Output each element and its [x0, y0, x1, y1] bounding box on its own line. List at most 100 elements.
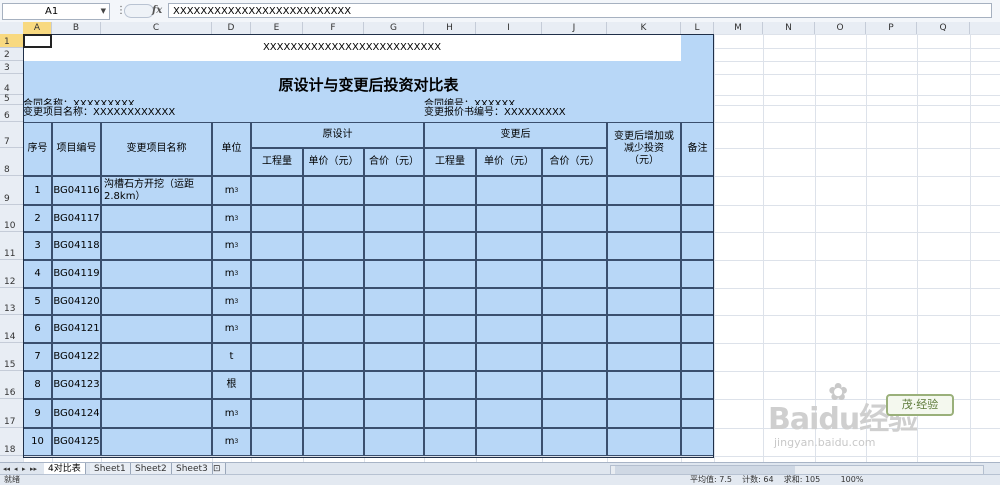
row-empty-cell[interactable]	[251, 205, 303, 232]
hdr-item-code[interactable]: 项目编号	[52, 122, 101, 176]
hdr-original[interactable]: 原设计	[251, 122, 424, 148]
change-report-no[interactable]: 变更报价书编号：XXXXXXXXX	[424, 105, 714, 122]
row-item-name[interactable]	[101, 260, 212, 288]
row-code[interactable]: BG04120	[52, 288, 101, 315]
row-empty-cell[interactable]	[476, 288, 542, 315]
row-empty-cell[interactable]	[251, 343, 303, 371]
row-item-name[interactable]	[101, 343, 212, 371]
row-empty-cell[interactable]	[251, 260, 303, 288]
column-header-h[interactable]: H	[424, 22, 476, 34]
row-unit[interactable]: t	[212, 343, 251, 371]
row-empty-cell[interactable]	[251, 399, 303, 428]
chevron-down-icon[interactable]: ▼	[101, 4, 106, 19]
row-empty-cell[interactable]	[476, 399, 542, 428]
row-empty-cell[interactable]	[542, 371, 607, 399]
row-empty-cell[interactable]	[364, 288, 424, 315]
column-header-p[interactable]: P	[866, 22, 917, 34]
row-empty-cell[interactable]	[607, 315, 681, 343]
row-header-11[interactable]: 11	[0, 232, 23, 260]
row-empty-cell[interactable]	[681, 260, 714, 288]
row-empty-cell[interactable]	[303, 315, 364, 343]
row-empty-cell[interactable]	[303, 205, 364, 232]
row-seq[interactable]: 8	[23, 371, 52, 399]
hdr-remark[interactable]: 备注	[681, 122, 714, 176]
row-header-14[interactable]: 14	[0, 315, 23, 343]
row-empty-cell[interactable]	[476, 428, 542, 456]
row-empty-cell[interactable]	[607, 371, 681, 399]
column-header-e[interactable]: E	[251, 22, 303, 34]
row-item-name[interactable]: 沟槽石方开挖（运距2.8km）	[101, 176, 212, 205]
column-header-o[interactable]: O	[815, 22, 866, 34]
row-empty-cell[interactable]	[364, 260, 424, 288]
row-unit[interactable]: m3	[212, 288, 251, 315]
hdr-seq[interactable]: 序号	[23, 122, 52, 176]
row-empty-cell[interactable]	[681, 371, 714, 399]
row-empty-cell[interactable]	[364, 371, 424, 399]
row-header-4[interactable]: 4	[0, 74, 23, 95]
horizontal-scroll-thumb[interactable]	[615, 466, 795, 474]
row-empty-cell[interactable]	[681, 232, 714, 260]
row-header-17[interactable]: 17	[0, 399, 23, 428]
row-empty-cell[interactable]	[364, 232, 424, 260]
column-header-b[interactable]: B	[52, 22, 101, 34]
row-empty-cell[interactable]	[303, 232, 364, 260]
column-header-f[interactable]: F	[303, 22, 364, 34]
row-empty-cell[interactable]	[681, 343, 714, 371]
row-empty-cell[interactable]	[681, 315, 714, 343]
row-empty-cell[interactable]	[424, 343, 476, 371]
column-header-m[interactable]: M	[714, 22, 763, 34]
row-empty-cell[interactable]	[424, 288, 476, 315]
row-empty-cell[interactable]	[303, 371, 364, 399]
row-item-name[interactable]	[101, 428, 212, 456]
row-item-name[interactable]	[101, 399, 212, 428]
row-empty-cell[interactable]	[476, 260, 542, 288]
row-empty-cell[interactable]	[424, 399, 476, 428]
row-header-3[interactable]: 3	[0, 61, 23, 74]
row-header-12[interactable]: 12	[0, 260, 23, 288]
column-header-i[interactable]: I	[476, 22, 542, 34]
row-unit[interactable]: 根	[212, 371, 251, 399]
row-seq[interactable]: 10	[23, 428, 52, 456]
contract-name[interactable]: 合同名称：XXXXXXXXX	[23, 95, 424, 105]
row-empty-cell[interactable]	[424, 260, 476, 288]
row-empty-cell[interactable]	[542, 176, 607, 205]
row-header-18[interactable]: 18	[0, 428, 23, 456]
row-header-10[interactable]: 10	[0, 205, 23, 232]
row-empty-cell[interactable]	[681, 288, 714, 315]
row-item-name[interactable]	[101, 205, 212, 232]
hdr-item-name[interactable]: 变更项目名称	[101, 122, 212, 176]
row-empty-cell[interactable]	[681, 428, 714, 456]
row-empty-cell[interactable]	[542, 343, 607, 371]
row-empty-cell[interactable]	[542, 288, 607, 315]
row-empty-cell[interactable]	[364, 205, 424, 232]
hdr-sub-qty-3[interactable]: 工程量	[424, 148, 476, 176]
row-empty-cell[interactable]	[251, 176, 303, 205]
row-code[interactable]: BG04122	[52, 343, 101, 371]
insert-function-icon[interactable]: fx	[152, 3, 162, 18]
hdr-sub-qty-0[interactable]: 工程量	[251, 148, 303, 176]
hdr-changed[interactable]: 变更后	[424, 122, 607, 148]
row-item-name[interactable]	[101, 288, 212, 315]
column-header-q[interactable]: Q	[917, 22, 970, 34]
row-header-5[interactable]: 5	[0, 94, 23, 105]
row-seq[interactable]: 3	[23, 232, 52, 260]
row-empty-cell[interactable]	[542, 428, 607, 456]
row-header-13[interactable]: 13	[0, 288, 23, 315]
row-empty-cell[interactable]	[607, 428, 681, 456]
row-empty-cell[interactable]	[303, 343, 364, 371]
row-code[interactable]: BG04118	[52, 232, 101, 260]
row-empty-cell[interactable]	[424, 315, 476, 343]
row-unit[interactable]: m3	[212, 315, 251, 343]
row-empty-cell[interactable]	[424, 176, 476, 205]
column-header-l[interactable]: L	[681, 22, 714, 34]
row-seq[interactable]: 2	[23, 205, 52, 232]
row-empty-cell[interactable]	[303, 428, 364, 456]
row-header-8[interactable]: 8	[0, 148, 23, 176]
row-header-1[interactable]: 1	[0, 34, 23, 48]
row-code[interactable]: BG04119	[52, 260, 101, 288]
row-empty-cell[interactable]	[607, 343, 681, 371]
row-empty-cell[interactable]	[476, 176, 542, 205]
row-empty-cell[interactable]	[607, 399, 681, 428]
row-code[interactable]: BG04117	[52, 205, 101, 232]
row-unit[interactable]: m3	[212, 232, 251, 260]
